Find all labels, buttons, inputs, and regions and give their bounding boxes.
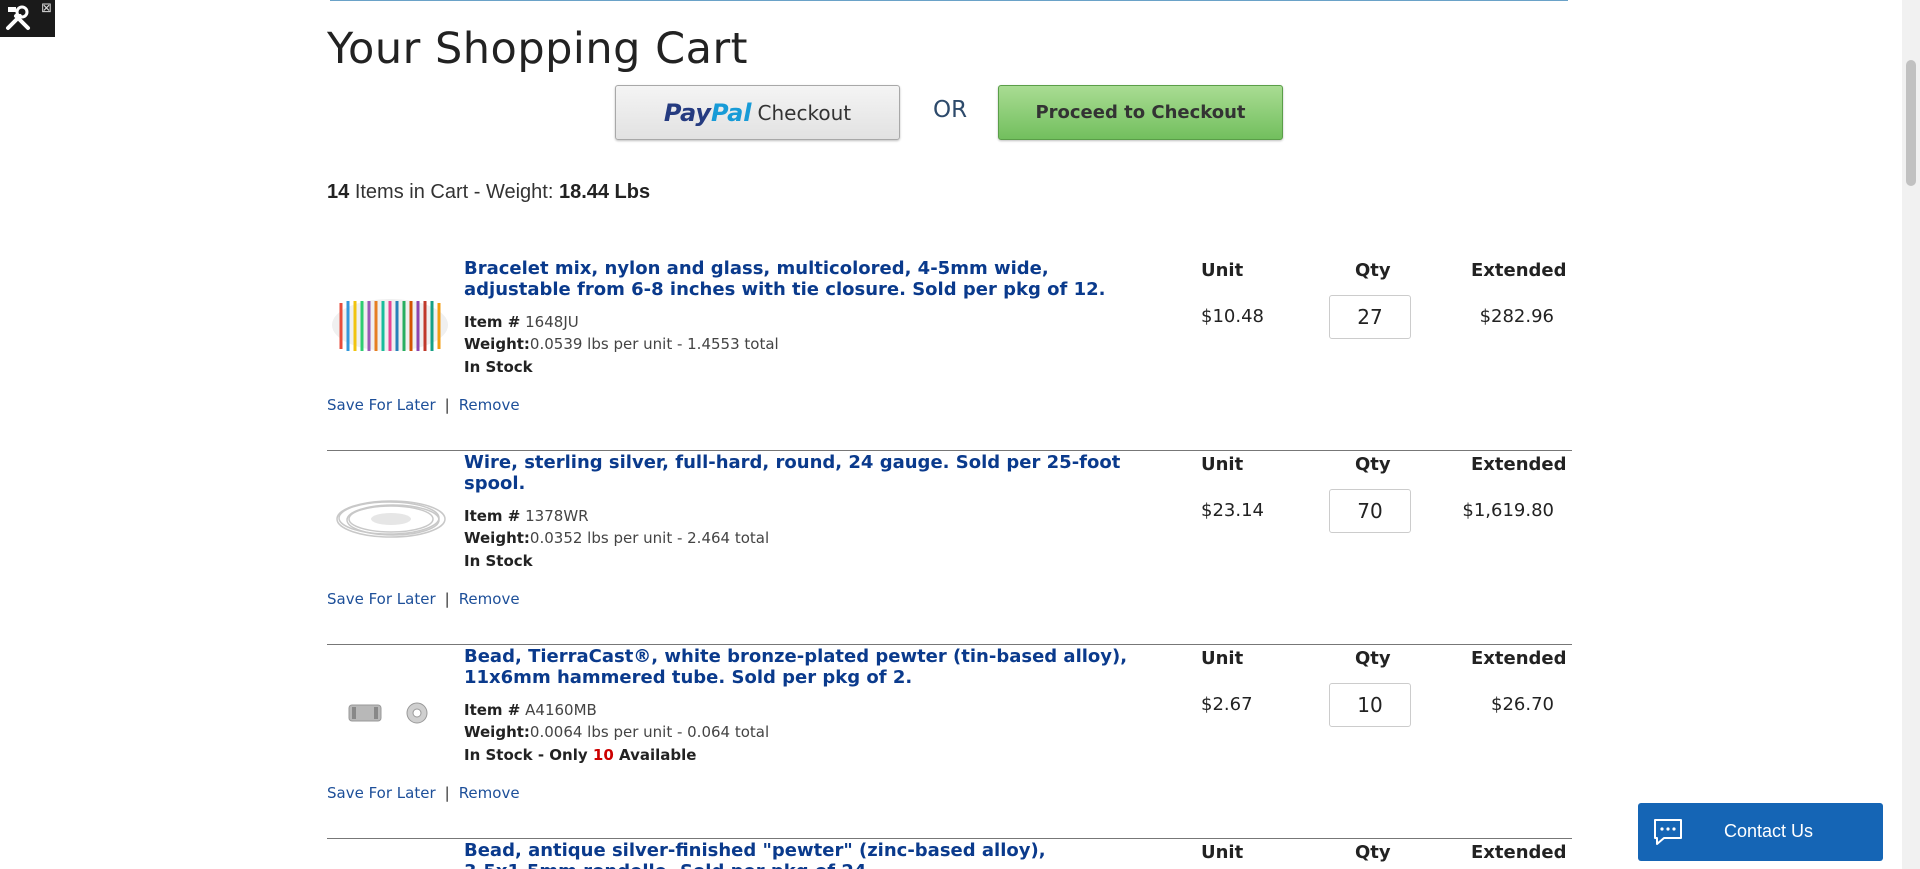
item-number: Item # A4160MB	[464, 701, 597, 719]
save-for-later-link[interactable]: Save For Later	[327, 784, 436, 802]
unit-header: Unit	[1201, 454, 1244, 475]
quantity-input[interactable]	[1329, 295, 1411, 339]
cart-summary: 14 Items in Cart - Weight: 18.44 Lbs	[327, 181, 650, 204]
proceed-to-checkout-button[interactable]: Proceed to Checkout	[998, 85, 1283, 140]
item-weight: Weight:0.0352 lbs per unit - 2.464 total	[464, 529, 770, 547]
top-divider	[330, 0, 1568, 1]
save-for-later-link[interactable]: Save For Later	[327, 396, 436, 414]
unit-header: Unit	[1201, 260, 1244, 281]
item-actions: Save For Later | Remove	[327, 590, 520, 608]
save-for-later-link[interactable]: Save For Later	[327, 590, 436, 608]
extended-header: Extended	[1471, 260, 1567, 281]
item-actions: Save For Later | Remove	[327, 396, 520, 414]
extended-header: Extended	[1471, 454, 1567, 475]
dev-tools-widget[interactable]: ⊠	[0, 0, 55, 37]
qty-header: Qty	[1355, 454, 1391, 475]
vertical-scrollbar[interactable]	[1902, 0, 1920, 869]
extended-price: $1,619.80	[1462, 500, 1554, 521]
qty-header: Qty	[1355, 842, 1391, 863]
extended-header: Extended	[1471, 842, 1567, 863]
cart-item: Bead, antique silver-finished "pewter" (…	[327, 838, 1572, 869]
item-weight: Weight:0.0539 lbs per unit - 1.4553 tota…	[464, 335, 779, 353]
items-label: Items in Cart - Weight:	[354, 181, 554, 203]
tools-icon[interactable]	[4, 4, 32, 32]
unit-price: $23.14	[1201, 500, 1264, 521]
qty-header: Qty	[1355, 260, 1391, 281]
cart-item: Bracelet mix, nylon and glass, multicolo…	[327, 256, 1572, 451]
remove-link[interactable]: Remove	[459, 784, 520, 802]
contact-us-label: Contact Us	[1724, 821, 1814, 841]
item-weight: Weight:0.0064 lbs per unit - 0.064 total	[464, 723, 770, 741]
extended-price: $26.70	[1491, 694, 1554, 715]
paypal-checkout-label: Checkout	[757, 100, 852, 125]
item-number: Item # 1648JU	[464, 313, 579, 331]
unit-price: $10.48	[1201, 306, 1264, 327]
product-image	[331, 289, 449, 361]
page-title: Your Shopping Cart	[327, 24, 748, 74]
cart-weight: 18.44 Lbs	[558, 181, 651, 203]
stock-status: In Stock - Only 10 Available	[464, 746, 697, 764]
product-title-link[interactable]: Wire, sterling silver, full-hard, round,…	[464, 452, 1144, 494]
quantity-input[interactable]	[1329, 683, 1411, 727]
paypal-logo: PayPal	[663, 98, 752, 127]
stock-status: In Stock	[464, 552, 533, 570]
stock-status: In Stock	[464, 358, 533, 376]
or-separator: OR	[933, 97, 968, 123]
product-title-link[interactable]: Bracelet mix, nylon and glass, multicolo…	[464, 258, 1144, 300]
qty-header: Qty	[1355, 648, 1391, 669]
remove-link[interactable]: Remove	[459, 396, 520, 414]
contact-us-button[interactable]: Contact Us	[1638, 803, 1883, 861]
product-image	[331, 677, 449, 749]
paypal-checkout-button[interactable]: PayPal Checkout	[615, 85, 900, 140]
cart-item: Wire, sterling silver, full-hard, round,…	[327, 450, 1572, 645]
remove-link[interactable]: Remove	[459, 590, 520, 608]
item-number: Item # 1378WR	[464, 507, 589, 525]
scrollbar-thumb[interactable]	[1906, 60, 1916, 186]
cart-item: Bead, TierraCast®, white bronze-plated p…	[327, 644, 1572, 839]
unit-header: Unit	[1201, 648, 1244, 669]
available-count: 10	[592, 746, 614, 764]
extended-header: Extended	[1471, 648, 1567, 669]
item-actions: Save For Later | Remove	[327, 784, 520, 802]
extended-price: $282.96	[1479, 306, 1554, 327]
chat-icon	[1654, 819, 1682, 845]
unit-header: Unit	[1201, 842, 1244, 863]
item-count: 14	[327, 181, 350, 203]
quantity-input[interactable]	[1329, 489, 1411, 533]
product-title-link[interactable]: Bead, antique silver-finished "pewter" (…	[464, 840, 1144, 869]
product-image	[331, 483, 449, 555]
close-icon[interactable]: ⊠	[41, 1, 52, 16]
unit-price: $2.67	[1201, 694, 1253, 715]
product-title-link[interactable]: Bead, TierraCast®, white bronze-plated p…	[464, 646, 1144, 688]
